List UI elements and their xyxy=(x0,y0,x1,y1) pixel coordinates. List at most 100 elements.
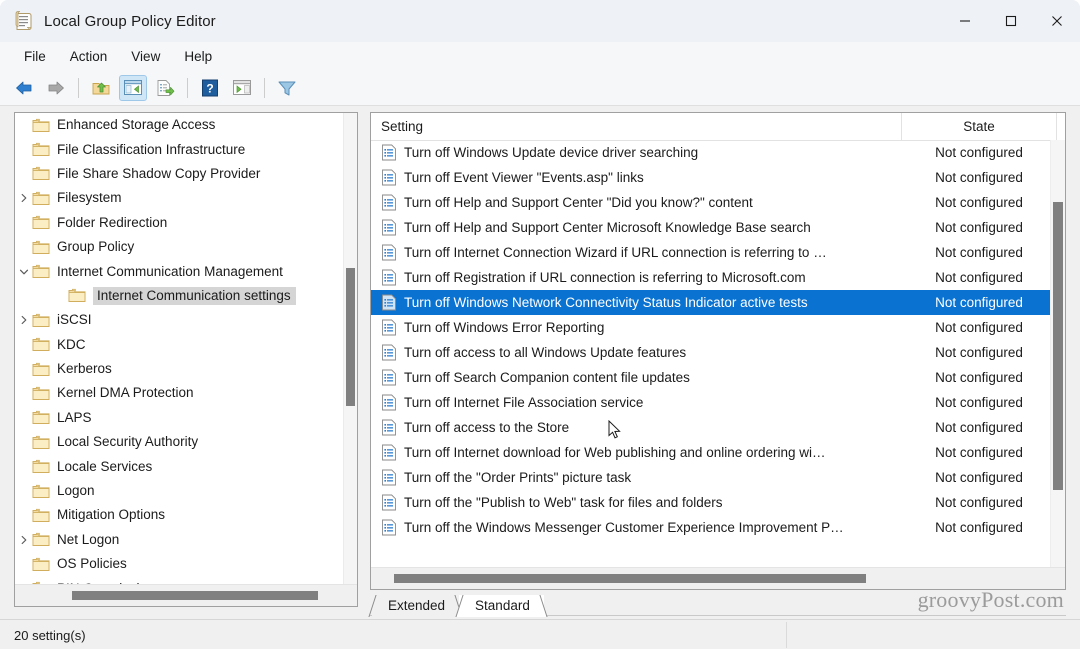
tree-node[interactable]: OS Policies xyxy=(15,552,345,576)
folder-icon xyxy=(32,166,50,181)
policy-scroll-icon xyxy=(13,10,35,32)
column-header-setting[interactable]: Setting xyxy=(371,113,901,140)
setting-state: Not configured xyxy=(935,220,1023,235)
toolbar-separator xyxy=(78,77,79,98)
tab-standard-label: Standard xyxy=(475,598,530,613)
chevron-right-icon[interactable] xyxy=(15,528,32,552)
table-row[interactable]: Turn off the Windows Messenger Customer … xyxy=(371,515,1057,540)
folder-icon xyxy=(32,386,50,401)
up-one-level-icon[interactable] xyxy=(87,75,115,101)
tree-node[interactable]: Internet Communication Management xyxy=(15,259,345,283)
tree-vertical-scrollbar[interactable] xyxy=(343,113,357,585)
table-row[interactable]: Turn off Internet download for Web publi… xyxy=(371,440,1057,465)
filter-icon[interactable] xyxy=(273,75,301,101)
setting-state: Not configured xyxy=(935,445,1023,460)
chevron-placeholder xyxy=(15,162,32,186)
close-button[interactable] xyxy=(1034,0,1080,42)
tree-node[interactable]: LAPS xyxy=(15,406,345,430)
list-horizontal-scrollbar[interactable] xyxy=(371,567,1065,589)
svg-text:?: ? xyxy=(206,81,213,95)
setting-state: Not configured xyxy=(935,145,1023,160)
column-header-state[interactable]: State xyxy=(901,113,1057,140)
tree-node-label: Locale Services xyxy=(57,458,153,474)
console-tree[interactable]: Enhanced Storage Access File Classificati… xyxy=(15,113,345,585)
table-row[interactable]: Turn off Internet File Association servi… xyxy=(371,390,1057,415)
table-row[interactable]: Turn off Registration if URL connection … xyxy=(371,265,1057,290)
tree-node[interactable]: Filesystem xyxy=(15,186,345,210)
chevron-placeholder xyxy=(15,552,32,576)
table-row[interactable]: Turn off access to the Store Not configur… xyxy=(371,415,1057,440)
toolbar-separator xyxy=(187,77,188,98)
table-row[interactable]: Turn off Windows Update device driver se… xyxy=(371,140,1057,165)
tab-extended[interactable]: Extended xyxy=(368,595,463,617)
table-row[interactable]: Turn off Windows Network Connectivity St… xyxy=(371,290,1057,315)
table-row[interactable]: Turn off Internet Connection Wizard if U… xyxy=(371,240,1057,265)
tree-node[interactable]: Kernel DMA Protection xyxy=(15,381,345,405)
settings-list[interactable]: Turn off Windows Update device driver se… xyxy=(371,140,1057,568)
list-vertical-scrollbar-thumb[interactable] xyxy=(1053,202,1063,490)
tree-node[interactable]: iSCSI xyxy=(15,308,345,332)
show-hide-action-pane-icon[interactable] xyxy=(228,75,256,101)
chevron-placeholder xyxy=(15,455,32,479)
list-vertical-scrollbar[interactable] xyxy=(1050,140,1065,568)
view-tabs: Extended Standard xyxy=(368,593,548,617)
export-list-icon[interactable] xyxy=(151,75,179,101)
table-row[interactable]: Turn off Help and Support Center "Did yo… xyxy=(371,190,1057,215)
chevron-down-icon[interactable] xyxy=(15,260,32,284)
chevron-right-icon[interactable] xyxy=(15,308,32,332)
tree-node[interactable]: Folder Redirection xyxy=(15,211,345,235)
chevron-right-icon[interactable] xyxy=(15,186,32,210)
tree-vertical-scrollbar-thumb[interactable] xyxy=(346,268,355,406)
tree-node[interactable]: Local Security Authority xyxy=(15,430,345,454)
help-icon[interactable]: ? xyxy=(196,75,224,101)
chevron-placeholder xyxy=(15,235,32,259)
tree-node[interactable]: Group Policy xyxy=(15,235,345,259)
chevron-placeholder xyxy=(15,113,32,137)
setting-name: Turn off Windows Update device driver se… xyxy=(404,145,699,160)
tree-node[interactable]: Internet Communication settings xyxy=(15,284,345,308)
table-row[interactable]: Turn off Event Viewer "Events.asp" links… xyxy=(371,165,1057,190)
table-row[interactable]: Turn off the "Publish to Web" task for f… xyxy=(371,490,1057,515)
menu-item-view[interactable]: View xyxy=(120,46,171,67)
menu-item-help[interactable]: Help xyxy=(173,46,223,67)
list-horizontal-scrollbar-thumb[interactable] xyxy=(394,574,866,583)
tree-node-label: iSCSI xyxy=(57,312,92,328)
menu-item-action[interactable]: Action xyxy=(59,46,119,67)
folder-icon xyxy=(32,264,50,279)
tree-node[interactable]: Logon xyxy=(15,479,345,503)
forward-icon[interactable] xyxy=(42,75,70,101)
tree-node-label: KDC xyxy=(57,336,86,352)
tree-node-label: Internet Communication settings xyxy=(93,286,296,305)
tree-node-label: Group Policy xyxy=(57,239,135,255)
tree-node[interactable]: Kerberos xyxy=(15,357,345,381)
toolbar-separator xyxy=(264,77,265,98)
tree-node[interactable]: Net Logon xyxy=(15,528,345,552)
tab-standard[interactable]: Standard xyxy=(455,595,548,617)
tree-node[interactable]: Mitigation Options xyxy=(15,503,345,527)
tree-node-label: Enhanced Storage Access xyxy=(57,117,216,133)
chevron-placeholder xyxy=(15,479,32,503)
back-icon[interactable] xyxy=(10,75,38,101)
setting-state: Not configured xyxy=(935,295,1023,310)
setting-name: Turn off access to all Windows Update fe… xyxy=(404,345,687,360)
table-row[interactable]: Turn off Help and Support Center Microso… xyxy=(371,215,1057,240)
table-row[interactable]: Turn off access to all Windows Update fe… xyxy=(371,340,1057,365)
maximize-button[interactable] xyxy=(988,0,1034,42)
menu-item-file[interactable]: File xyxy=(13,46,57,67)
tree-horizontal-scrollbar[interactable] xyxy=(15,584,357,606)
tree-node-label: Mitigation Options xyxy=(57,507,166,523)
tree-horizontal-scrollbar-thumb[interactable] xyxy=(72,591,318,600)
tree-node[interactable]: File Share Shadow Copy Provider xyxy=(15,162,345,186)
show-hide-console-tree-icon[interactable] xyxy=(119,74,147,101)
table-row[interactable]: Turn off the "Order Prints" picture task… xyxy=(371,465,1057,490)
tree-node[interactable]: Enhanced Storage Access xyxy=(15,113,345,137)
minimize-button[interactable] xyxy=(942,0,988,42)
tree-node[interactable]: KDC xyxy=(15,333,345,357)
tree-node[interactable]: File Classification Infrastructure xyxy=(15,137,345,161)
tree-node[interactable]: Locale Services xyxy=(15,454,345,478)
setting-state: Not configured xyxy=(935,520,1023,535)
setting-state: Not configured xyxy=(935,320,1023,335)
table-row[interactable]: Turn off Windows Error Reporting Not conf… xyxy=(371,315,1057,340)
setting-state: Not configured xyxy=(935,495,1023,510)
table-row[interactable]: Turn off Search Companion content file u… xyxy=(371,365,1057,390)
